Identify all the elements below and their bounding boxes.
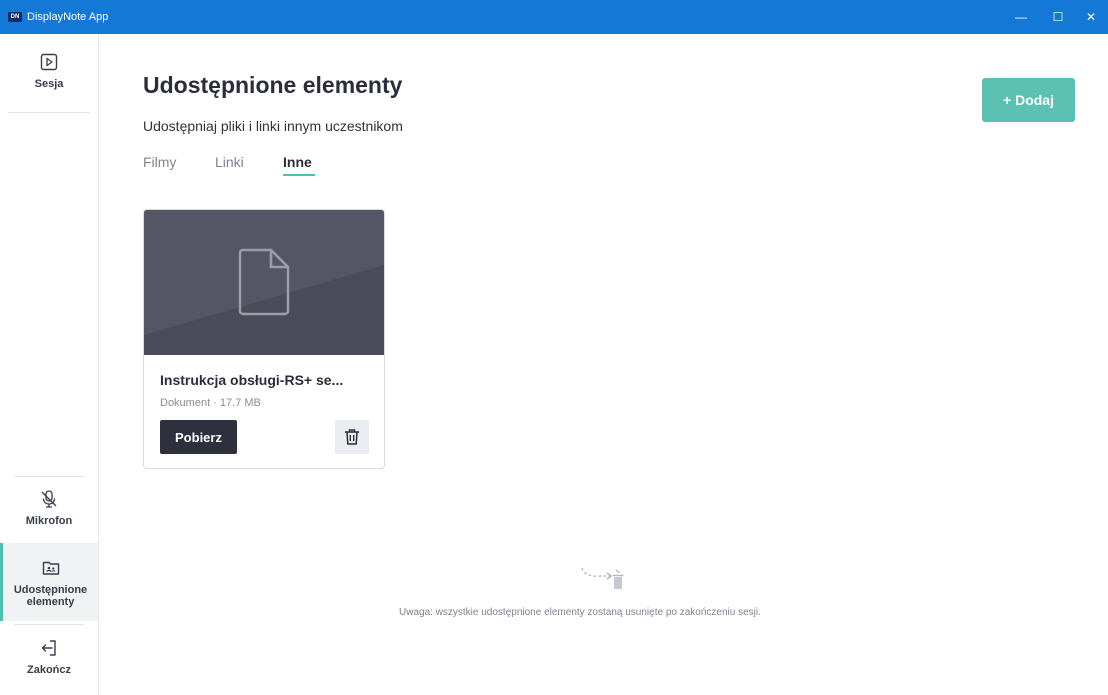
sidebar-item-label: Zakończ	[26, 664, 71, 676]
add-button[interactable]: + Dodaj	[982, 78, 1075, 122]
delete-button[interactable]	[335, 420, 369, 454]
item-thumbnail	[144, 210, 384, 355]
sidebar: Sesja Mikrofon Udostępnione elementy Zak…	[0, 34, 99, 695]
sidebar-item-label: Udostępnione elementy	[13, 584, 88, 608]
app-logo: DN	[8, 12, 22, 22]
trash-icon	[344, 429, 360, 445]
shared-folder-icon	[42, 561, 59, 575]
sidebar-item-session[interactable]: Sesja	[0, 52, 98, 114]
download-button[interactable]: Pobierz	[160, 420, 237, 454]
microphone-off-icon	[41, 490, 57, 508]
tab-films[interactable]: Filmy	[143, 154, 176, 170]
maximize-button[interactable]: ☐	[1041, 0, 1075, 34]
shared-item-card: Instrukcja obsługi-RS+ se... Dokument · …	[143, 209, 385, 469]
window-titlebar: DN DisplayNote App — ☐ ✕	[0, 0, 1108, 34]
item-meta: Dokument · 17.7 MB	[160, 397, 261, 409]
page-subtitle: Udostępniaj pliki i linki innym uczestni…	[143, 118, 403, 134]
sidebar-divider	[14, 624, 84, 625]
sidebar-divider	[14, 476, 84, 477]
deletion-notice: Uwaga: wszystkie udostępnione elementy z…	[399, 607, 761, 618]
exit-icon	[41, 640, 56, 656]
close-button[interactable]: ✕	[1074, 0, 1108, 34]
sidebar-item-shared-items[interactable]: Udostępnione elementy	[0, 543, 98, 621]
tab-other[interactable]: Inne	[283, 154, 312, 170]
window-title: DisplayNote App	[27, 11, 109, 23]
sidebar-item-label: Sesja	[34, 78, 64, 90]
minimize-button[interactable]: —	[1004, 0, 1038, 34]
item-name: Instrukcja obsługi-RS+ se...	[160, 372, 344, 388]
tab-links[interactable]: Linki	[215, 154, 244, 170]
delete-illustration-icon	[581, 567, 624, 589]
document-icon	[238, 248, 290, 316]
sidebar-divider	[8, 112, 90, 113]
active-tab-indicator	[283, 174, 315, 176]
page-title: Udostępnione elementy	[143, 72, 403, 98]
sidebar-item-end[interactable]: Zakończ	[0, 638, 98, 684]
play-icon	[40, 53, 58, 71]
sidebar-item-microphone[interactable]: Mikrofon	[0, 489, 98, 535]
sidebar-item-label: Mikrofon	[25, 515, 73, 527]
